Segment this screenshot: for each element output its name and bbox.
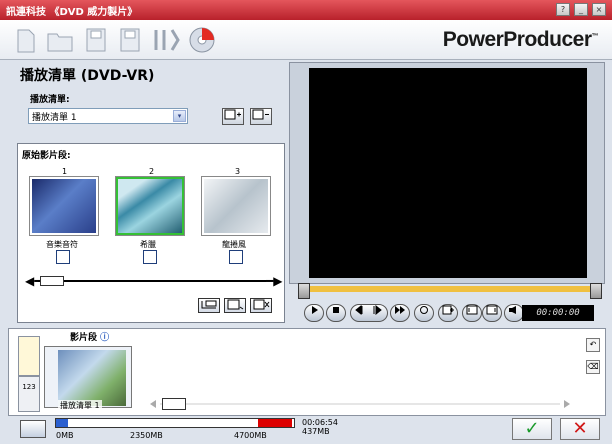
clip-name: 龍捲風 (222, 240, 246, 249)
chapter-area-label: 影片段 ⓘ (70, 333, 110, 343)
clip-number: 3 (235, 167, 241, 176)
chevron-down-icon[interactable]: ▾ (173, 110, 186, 122)
chapter-label: 播放清單 1 (58, 400, 102, 411)
snapshot-icon (420, 306, 428, 314)
clip-seek-handle[interactable] (40, 276, 64, 286)
clip-name: 希臘 (140, 240, 156, 249)
video-preview (309, 68, 587, 278)
disc-usage-readout: 00:06:54 437MB (302, 418, 338, 436)
settings-tools-icon[interactable] (150, 26, 180, 54)
add-chapter-icon (442, 305, 454, 315)
set-end-button[interactable] (482, 304, 502, 322)
horizontal-scroll-handle[interactable] (162, 398, 186, 410)
step-back-forward-icon (355, 304, 382, 316)
clip-seek-track (38, 280, 266, 282)
add-playlist-icon (224, 109, 241, 120)
insert-clip-icon (201, 300, 217, 309)
burn-disc-icon[interactable] (188, 26, 216, 54)
new-file-icon[interactable] (14, 26, 38, 54)
insert-clip-button[interactable] (198, 298, 220, 313)
seek-right-arrow-icon[interactable]: ━▶ (266, 274, 282, 288)
trash-icon[interactable]: ⌫ (586, 360, 600, 374)
brand-logo: PowerProducer™ (442, 28, 599, 51)
playlist-select[interactable]: 播放清單 1 ▾ (28, 108, 188, 124)
capacity-used-bar (56, 419, 68, 427)
playlist-label: 播放清單: (30, 95, 70, 105)
fast-forward-icon (395, 306, 405, 314)
frame-step-buttons[interactable] (350, 304, 388, 322)
horizontal-scrollbar[interactable] (150, 400, 570, 408)
playlist-value: 播放清單 1 (32, 113, 77, 123)
ok-button[interactable]: ✓ (512, 418, 552, 440)
tab-chapters-label: 123 (22, 383, 36, 391)
set-start-icon (466, 305, 478, 315)
size-label: 4700MB (234, 431, 267, 440)
help-button[interactable]: ? (556, 3, 570, 16)
time-used-value: 00:06:54 (302, 418, 338, 427)
minimize-button[interactable]: _ (574, 3, 588, 16)
source-clips-label: 原始影片段: (22, 151, 71, 161)
play-button[interactable] (304, 304, 324, 322)
remove-playlist-icon (252, 109, 269, 120)
space-used-value: 437MB (302, 427, 330, 436)
trim-start-handle[interactable] (298, 283, 310, 299)
remove-playlist-button[interactable] (250, 108, 272, 125)
capacity-overflow-zone (258, 419, 292, 427)
info-icon: ⓘ (100, 333, 110, 343)
clip-name: 音樂音符 (46, 240, 78, 249)
cancel-button[interactable]: ✕ (560, 418, 600, 440)
clip-checkbox[interactable] (143, 250, 157, 264)
clip-number: 2 (149, 167, 155, 176)
tab-chapters[interactable]: 123 (18, 376, 40, 412)
fast-forward-button[interactable] (390, 304, 410, 322)
window-title: 訊連科技 《DVD 威力製片》 (6, 7, 138, 18)
size-label: 2350MB (130, 431, 163, 440)
clip-number: 1 (62, 167, 68, 176)
timecode-display: 00:00:00 (522, 305, 594, 321)
set-end-icon (486, 305, 498, 315)
snapshot-button[interactable] (414, 304, 434, 322)
add-clip-button[interactable] (224, 298, 246, 313)
save-as-icon[interactable] (118, 26, 142, 54)
clip-checkbox[interactable] (229, 250, 243, 264)
size-label: 0MB (56, 431, 74, 440)
open-folder-icon[interactable] (46, 26, 74, 54)
clip-checkbox[interactable] (56, 250, 70, 264)
stop-button[interactable] (326, 304, 346, 322)
set-start-button[interactable] (462, 304, 482, 322)
add-playlist-button[interactable] (222, 108, 244, 125)
tab-clips[interactable] (18, 336, 40, 376)
clip-thumbnail-music-notes[interactable] (29, 176, 99, 236)
delete-clip-button[interactable] (250, 298, 272, 313)
play-icon (312, 306, 318, 314)
disc-settings-icon[interactable] (20, 420, 46, 438)
trim-timeline[interactable] (302, 286, 598, 292)
add-chapter-button[interactable] (438, 304, 458, 322)
delete-clip-icon (253, 299, 270, 310)
title-bar: 訊連科技 《DVD 威力製片》 (0, 0, 612, 20)
clip-thumbnail-greece[interactable] (115, 176, 185, 236)
volume-button[interactable] (504, 304, 524, 322)
page-title: 播放清單 (DVD-VR) (20, 68, 155, 84)
clip-thumbnail-tornado[interactable] (201, 176, 271, 236)
undo-icon[interactable]: ↶ (586, 338, 600, 352)
trim-end-handle[interactable] (590, 283, 602, 299)
add-clip-icon (227, 299, 244, 310)
speaker-icon (509, 306, 516, 314)
save-icon[interactable] (84, 26, 108, 54)
chapter-thumbnail[interactable] (58, 350, 126, 406)
close-window-button[interactable]: × (592, 3, 606, 16)
stop-icon (333, 307, 339, 313)
